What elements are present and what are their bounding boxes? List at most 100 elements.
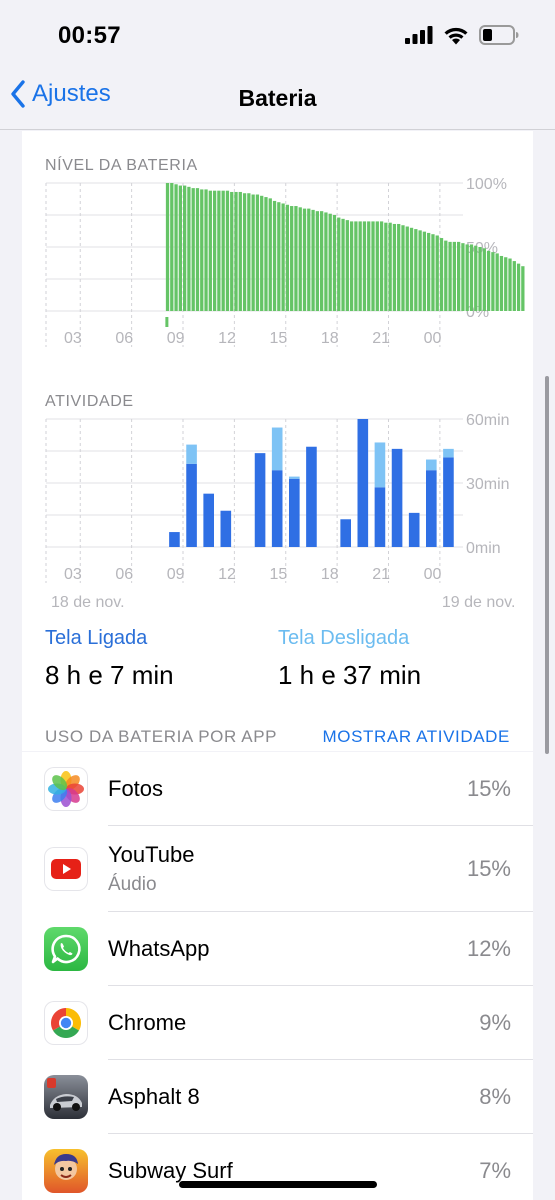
- activity-bar-screen-off: [443, 448, 454, 458]
- list-item-subway-surf[interactable]: Subway Surf 7%: [22, 1134, 533, 1200]
- battery-level-bar: [341, 218, 345, 311]
- date-label-start: 18 de nov.: [51, 594, 125, 609]
- y-tick-label: 60min: [466, 413, 510, 429]
- battery-level-bar: [290, 206, 294, 311]
- battery-level-bar: [418, 230, 422, 311]
- activity-bar-screen-off: [186, 444, 197, 464]
- screen-on-stat: Tela Ligada 8 h e 7 min: [45, 627, 174, 691]
- screen-off-label: Tela Desligada: [278, 627, 410, 649]
- battery-level-bar: [212, 190, 217, 311]
- battery-level-bar: [508, 258, 512, 311]
- battery-level-bar: [247, 193, 251, 311]
- battery-level-bar: [255, 194, 260, 311]
- screen-off-stat: Tela Desligada 1 h e 37 min: [278, 627, 421, 691]
- battery-level-bar: [272, 200, 277, 311]
- x-tick-label: 21: [372, 566, 390, 583]
- battery-level-bar: [495, 253, 499, 311]
- battery-level-bar: [238, 191, 242, 311]
- page-title: Bateria: [238, 85, 317, 111]
- battery-level-bar: [174, 184, 178, 311]
- battery-level-bar: [457, 241, 461, 311]
- list-item-fotos[interactable]: Fotos 15%: [22, 752, 533, 826]
- battery-level-bar: [491, 252, 495, 311]
- wifi-icon: [444, 27, 468, 44]
- battery-level-bar: [217, 190, 221, 311]
- battery-level-label: NÍVEL DA BATERIA: [45, 157, 198, 174]
- battery-level-bar: [311, 209, 315, 311]
- battery-level-bar: [405, 226, 409, 311]
- battery-level-bar: [200, 189, 204, 311]
- x-tick-label: 09: [167, 566, 185, 583]
- battery-level-bar: [183, 185, 187, 311]
- battery-level-bar: [221, 190, 225, 311]
- activity-bar-screen-on: [271, 470, 283, 547]
- battery-level-bar: [431, 234, 435, 311]
- activity-bar-screen-on: [203, 493, 214, 547]
- show-activity-button[interactable]: MOSTRAR ATIVIDADE: [323, 727, 510, 747]
- screen-on-label: Tela Ligada: [45, 627, 148, 649]
- battery-level-bar: [320, 211, 324, 311]
- y-tick-label: 30min: [466, 476, 510, 493]
- battery-level-bar: [302, 208, 307, 311]
- battery-level-bar: [277, 202, 281, 311]
- home-indicator[interactable]: [179, 1181, 377, 1188]
- youtube-app-icon: [44, 847, 88, 891]
- activity-bar-screen-on: [186, 463, 197, 547]
- x-tick-label: 00: [424, 566, 442, 583]
- list-item-whatsapp[interactable]: WhatsApp 12%: [22, 912, 533, 986]
- usage-title: USO DA BATERIA POR APP: [45, 727, 278, 746]
- battery-level-bar: [281, 203, 285, 311]
- list-item-youtube[interactable]: YouTube Áudio 15%: [22, 826, 533, 912]
- charging-marker: [165, 317, 169, 327]
- battery-level-bar: [504, 257, 508, 311]
- battery-level-bar: [516, 263, 521, 311]
- battery-level-bar: [328, 213, 332, 311]
- activity-bar-screen-off: [374, 442, 386, 488]
- photos-app-icon: [44, 767, 88, 811]
- battery-level-bar: [337, 217, 341, 311]
- battery-level-bar: [307, 208, 311, 311]
- x-tick-label: 15: [269, 330, 287, 347]
- battery-level-bar: [298, 207, 302, 311]
- screen-off-value: 1 h e 37 min: [278, 660, 422, 690]
- battery-level-bar: [187, 186, 191, 311]
- battery-level-bar: [285, 204, 290, 311]
- list-item-asphalt-8[interactable]: Asphalt 8 8%: [22, 1060, 533, 1134]
- activity-bar-screen-on: [374, 487, 386, 547]
- battery-level-bar: [401, 225, 405, 311]
- battery-level-bar: [332, 215, 337, 311]
- app-name: Asphalt 8: [108, 1084, 200, 1109]
- battery-level-bar: [439, 238, 444, 311]
- activity-bar-screen-on: [289, 478, 300, 547]
- activity-label: ATIVIDADE: [45, 393, 134, 410]
- battery-level-bar: [242, 193, 247, 311]
- app-usage-list: Fotos 15% YouTube Áudio 15% WhatsApp 12%: [22, 752, 533, 1200]
- battery-level-bar: [379, 221, 384, 311]
- battery-level-bar: [170, 183, 174, 311]
- activity-bar-screen-on: [306, 446, 317, 547]
- battery-level-bar: [388, 222, 392, 311]
- battery-level-bar: [165, 183, 170, 311]
- activity-bar-screen-on: [169, 532, 180, 547]
- app-percent: 8%: [479, 1084, 511, 1109]
- battery-level-bar: [358, 221, 362, 311]
- list-item-chrome[interactable]: Chrome 9%: [22, 986, 533, 1060]
- x-tick-label: 09: [167, 330, 185, 347]
- battery-level-bar: [384, 222, 388, 311]
- x-tick-label: 18: [321, 330, 339, 347]
- battery-level-bar: [324, 212, 328, 311]
- battery-level-bar: [435, 235, 439, 311]
- battery-level-bar: [448, 241, 452, 311]
- cellular-signal-icon: [405, 26, 433, 44]
- battery-level-bar: [521, 266, 525, 311]
- battery-level-bar: [469, 244, 474, 311]
- x-tick-label: 00: [424, 330, 442, 347]
- battery-level-bar: [268, 198, 272, 311]
- scroll-indicator[interactable]: [545, 376, 549, 754]
- battery-level-bar: [251, 194, 255, 311]
- status-time: 00:57: [58, 22, 121, 49]
- battery-level-bar: [225, 190, 230, 311]
- app-percent: 15%: [466, 856, 511, 881]
- screen-on-value: 8 h e 7 min: [45, 660, 174, 690]
- activity-bar-screen-on: [391, 448, 403, 547]
